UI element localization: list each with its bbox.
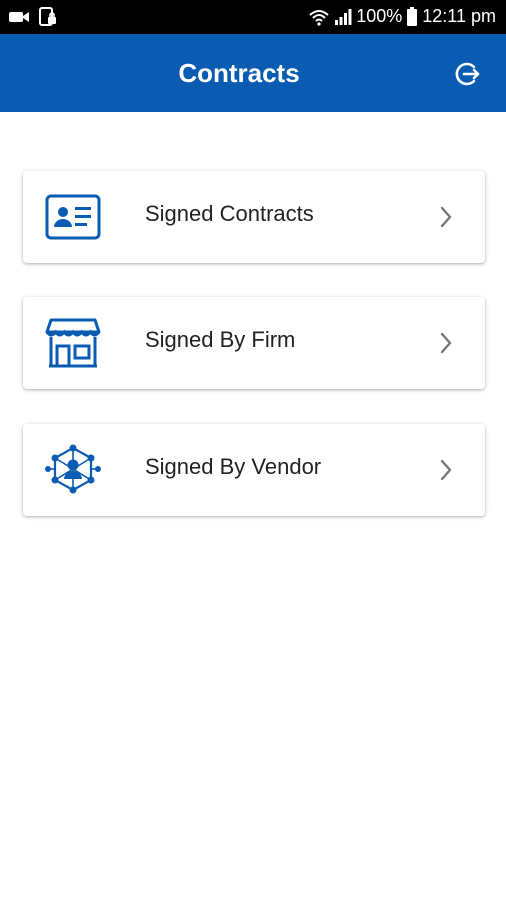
menu-item-signed-by-vendor[interactable]: Signed By Vendor <box>23 424 485 516</box>
vendor-network-icon <box>45 444 101 494</box>
chevron-right-icon <box>440 459 452 481</box>
video-camera-icon <box>9 12 29 22</box>
id-card-icon <box>45 194 101 240</box>
menu-item-signed-by-firm[interactable]: Signed By Firm <box>23 297 485 389</box>
chevron-right-icon <box>440 206 452 228</box>
menu-item-signed-contracts[interactable]: Signed Contracts <box>23 171 485 263</box>
menu-item-label: Signed Contracts <box>145 201 314 226</box>
clock: 12:11 pm <box>422 6 496 26</box>
app-bar: Contracts <box>0 34 506 112</box>
signal-icon <box>335 8 352 25</box>
battery-percent: 100% <box>356 6 403 26</box>
logout-icon[interactable] <box>454 61 480 87</box>
battery-icon <box>407 6 418 26</box>
storefront-icon <box>45 318 101 368</box>
status-bar: 100% 12:11 pm <box>0 0 506 34</box>
menu-item-label: Signed By Vendor <box>145 454 322 479</box>
status-right: 100% 12:11 pm <box>308 6 496 27</box>
chevron-right-icon <box>440 332 452 354</box>
status-left <box>8 7 58 27</box>
wifi-icon <box>309 9 329 26</box>
lock-screen-icon <box>39 7 56 26</box>
menu-item-label: Signed By Firm <box>145 327 296 352</box>
page-title: Contracts <box>178 58 300 88</box>
